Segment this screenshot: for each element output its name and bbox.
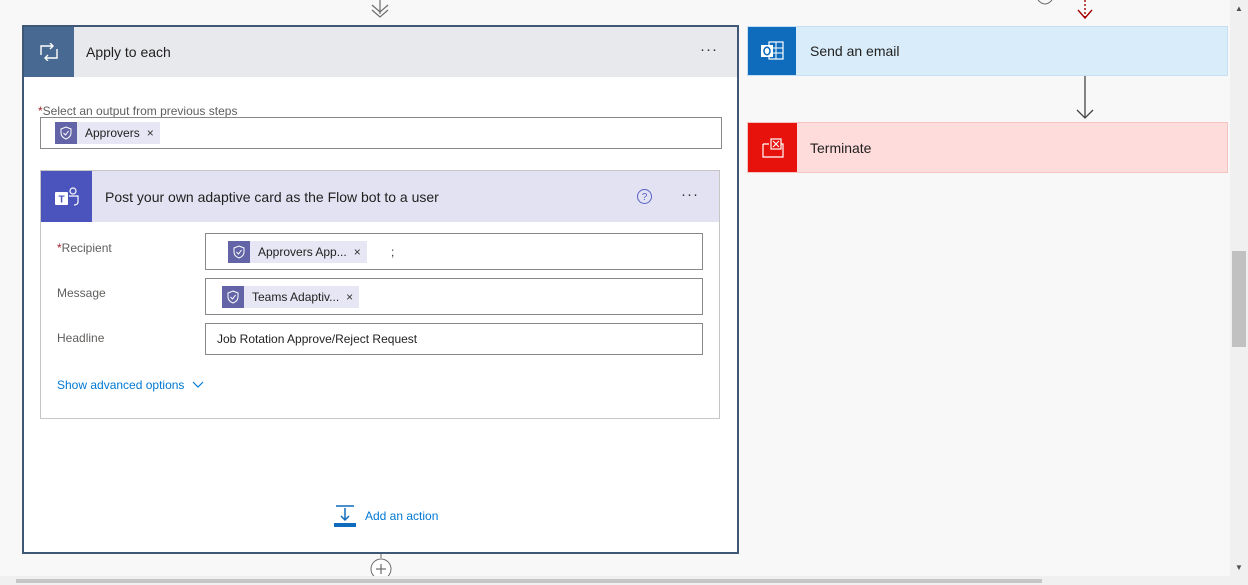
message-label: Message — [57, 286, 106, 300]
apply-to-each-title: Apply to each — [86, 44, 171, 60]
select-output-input[interactable]: Approvers × — [40, 117, 722, 149]
add-action-label: Add an action — [365, 509, 439, 523]
terminate-title: Terminate — [810, 140, 872, 156]
apply-to-each-header[interactable]: Apply to each ··· — [24, 27, 737, 77]
chevron-down-icon — [371, 0, 389, 18]
send-email-title: Send an email — [810, 43, 900, 59]
recipient-separator: ; — [391, 245, 395, 259]
terminate-icon — [748, 123, 797, 172]
vertical-scrollbar[interactable]: ▲ ▼ — [1230, 0, 1248, 585]
terminate-card[interactable]: Terminate — [747, 122, 1228, 173]
recipient-input[interactable]: Approvers App... × ; — [205, 233, 703, 270]
svg-text:T: T — [58, 194, 64, 205]
message-input[interactable]: Teams Adaptiv... × — [205, 278, 703, 315]
select-output-label-text: Select an output from previous steps — [42, 104, 238, 118]
outlook-icon — [748, 27, 796, 75]
chevron-down-icon — [193, 381, 204, 388]
approvers-token[interactable]: Approvers × — [55, 122, 160, 144]
horizontal-scrollbar[interactable] — [0, 576, 1230, 585]
scroll-up-icon[interactable]: ▲ — [1235, 4, 1243, 13]
send-email-card[interactable]: Send an email — [747, 26, 1228, 76]
message-token[interactable]: Teams Adaptiv... × — [222, 286, 360, 308]
remove-token-button[interactable]: × — [354, 245, 361, 259]
show-advanced-options-label: Show advanced options — [57, 378, 185, 392]
teams-icon: T — [41, 171, 92, 222]
teams-action-header[interactable]: T Post your own adaptive card as the Flo… — [41, 171, 719, 222]
arrow-down-icon — [1076, 76, 1094, 119]
dynamic-content-icon — [55, 122, 77, 144]
remove-token-button[interactable]: × — [147, 126, 154, 140]
teams-more-options-button[interactable]: ··· — [681, 186, 699, 203]
recipient-label-text: Recipient — [61, 241, 112, 255]
add-action-button[interactable]: Add an action — [334, 505, 438, 527]
recipient-token-label: Approvers App... — [258, 245, 347, 259]
vertical-scroll-thumb[interactable] — [1232, 251, 1246, 347]
dynamic-content-icon — [222, 286, 244, 308]
recipient-label: *Recipient — [57, 241, 112, 255]
horizontal-scroll-thumb[interactable] — [16, 579, 1042, 583]
loop-icon — [24, 27, 74, 77]
show-advanced-options-link[interactable]: Show advanced options — [57, 378, 205, 392]
teams-action-card: T Post your own adaptive card as the Flo… — [40, 170, 720, 419]
more-options-button[interactable]: ··· — [700, 41, 718, 58]
help-icon[interactable]: ? — [637, 189, 652, 204]
teams-action-title: Post your own adaptive card as the Flow … — [105, 189, 439, 205]
headline-label: Headline — [57, 331, 105, 345]
recipient-token[interactable]: Approvers App... × — [228, 241, 367, 263]
step-arrow — [1074, 76, 1096, 122]
branch-connector — [1030, 0, 1100, 24]
approvers-token-label: Approvers — [85, 126, 140, 140]
remove-token-button[interactable]: × — [346, 290, 353, 304]
scroll-down-icon[interactable]: ▼ — [1235, 563, 1243, 572]
top-connector — [368, 0, 392, 24]
add-action-icon — [334, 505, 356, 527]
headline-input[interactable]: Job Rotation Approve/Reject Request — [205, 323, 703, 355]
dynamic-content-icon — [228, 241, 250, 263]
message-token-label: Teams Adaptiv... — [252, 290, 340, 304]
